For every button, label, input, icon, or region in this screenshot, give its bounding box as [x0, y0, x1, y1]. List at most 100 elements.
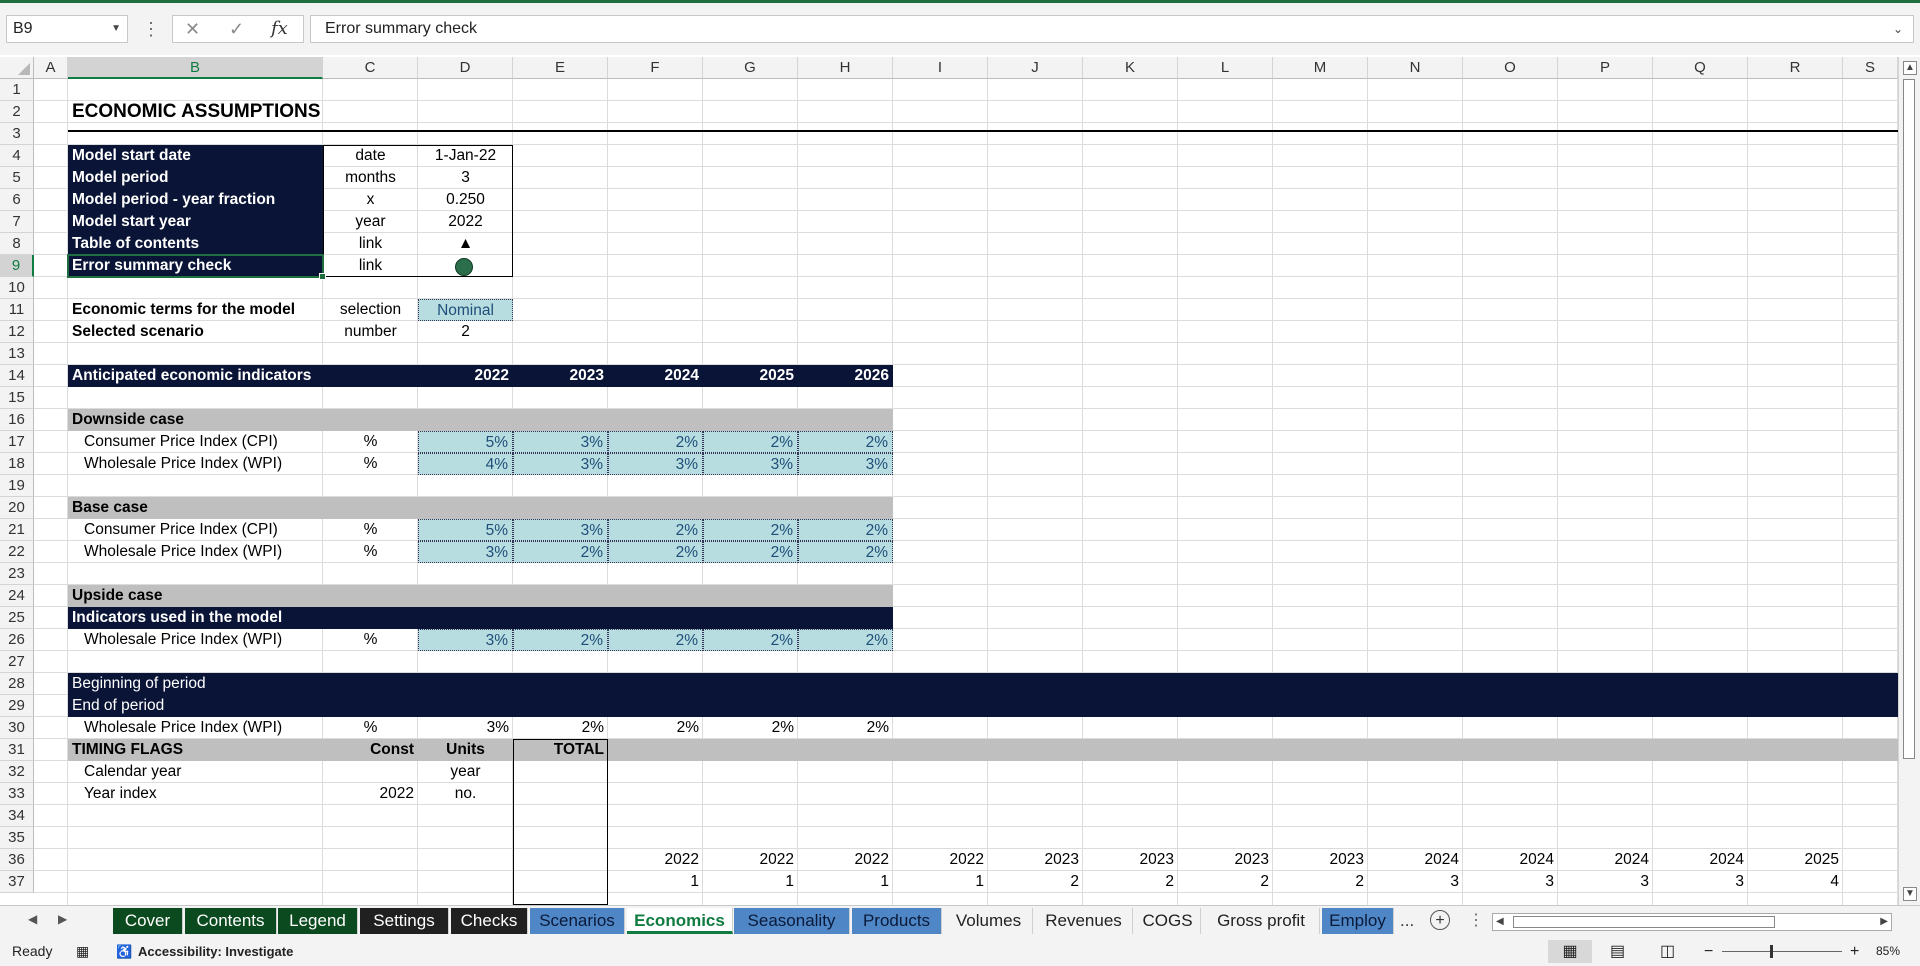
normal-view-icon[interactable]: ▦	[1548, 940, 1592, 963]
scroll-down-icon[interactable]: ▼	[1903, 887, 1917, 901]
base-cpi-input[interactable]: 3%	[513, 519, 608, 541]
column-header-o[interactable]: O	[1463, 57, 1558, 79]
accessibility-status[interactable]: Accessibility: Investigate	[138, 937, 293, 966]
scroll-up-icon[interactable]: ▲	[1903, 61, 1917, 75]
base-cpi-input[interactable]: 2%	[703, 519, 798, 541]
column-header-i[interactable]: I	[893, 57, 988, 79]
base-wpi-input[interactable]: 2%	[513, 541, 608, 563]
tab-volumes[interactable]: Volumes	[945, 908, 1033, 934]
economic-terms-input[interactable]: Nominal	[418, 299, 513, 321]
horizontal-scroll-thumb[interactable]	[1513, 916, 1775, 928]
insert-function-icon[interactable]: fx	[271, 16, 288, 42]
column-header-m[interactable]: M	[1273, 57, 1368, 79]
row-header-14[interactable]: 14	[0, 365, 34, 387]
zoom-out-icon[interactable]: −	[1704, 937, 1713, 966]
zoom-slider[interactable]	[1722, 951, 1842, 952]
row-header-9[interactable]: 9	[0, 255, 34, 277]
row-header-7[interactable]: 7	[0, 211, 34, 233]
base-wpi-input[interactable]: 3%	[418, 541, 513, 563]
horizontal-scrollbar[interactable]: ◀ ▶	[1492, 913, 1892, 931]
row-header-1[interactable]: 1	[0, 79, 34, 101]
row-header-25[interactable]: 25	[0, 607, 34, 629]
row-header-36[interactable]: 36	[0, 849, 34, 871]
row-header-11[interactable]: 11	[0, 299, 34, 321]
column-header-r[interactable]: R	[1748, 57, 1843, 79]
scroll-right-icon[interactable]: ▶	[1880, 914, 1888, 930]
tab-gross-profit[interactable]: Gross profit	[1203, 908, 1320, 934]
column-header-q[interactable]: Q	[1653, 57, 1748, 79]
downside-cpi-input[interactable]: 2%	[608, 431, 703, 453]
downside-wpi-input[interactable]: 3%	[703, 453, 798, 475]
selected-cell-b9[interactable]	[67, 254, 326, 280]
row-header-27[interactable]: 27	[0, 651, 34, 673]
row-header-13[interactable]: 13	[0, 343, 34, 365]
downside-wpi-input[interactable]: 3%	[798, 453, 893, 475]
upside-wpi-input[interactable]: 2%	[798, 629, 893, 651]
row-header-32[interactable]: 32	[0, 761, 34, 783]
row-header-5[interactable]: 5	[0, 167, 34, 189]
cancel-icon[interactable]: ✕	[185, 16, 200, 42]
base-cpi-input[interactable]: 2%	[798, 519, 893, 541]
column-header-n[interactable]: N	[1368, 57, 1463, 79]
select-all-button[interactable]	[0, 57, 34, 79]
row-header-26[interactable]: 26	[0, 629, 34, 651]
downside-wpi-input[interactable]: 3%	[513, 453, 608, 475]
zoom-in-icon[interactable]: +	[1850, 937, 1859, 966]
macro-recording-icon[interactable]: ▦	[76, 937, 89, 966]
prev-sheet-icon[interactable]: ◀	[28, 912, 37, 926]
column-header-d[interactable]: D	[418, 57, 513, 79]
row-header-24[interactable]: 24	[0, 585, 34, 607]
row-header-17[interactable]: 17	[0, 431, 34, 453]
row-header-20[interactable]: 20	[0, 497, 34, 519]
column-header-c[interactable]: C	[323, 57, 418, 79]
add-sheet-icon[interactable]: +	[1430, 910, 1450, 930]
accessibility-icon[interactable]: ♿	[116, 937, 132, 966]
next-sheet-icon[interactable]: ▶	[58, 912, 67, 926]
column-header-h[interactable]: H	[798, 57, 893, 79]
tab-employ[interactable]: Employ	[1322, 908, 1394, 934]
downside-cpi-input[interactable]: 5%	[418, 431, 513, 453]
row-header-33[interactable]: 33	[0, 783, 34, 805]
scroll-left-icon[interactable]: ◀	[1496, 914, 1504, 930]
row-header-23[interactable]: 23	[0, 563, 34, 585]
row-header-6[interactable]: 6	[0, 189, 34, 211]
tab-cogs[interactable]: COGS	[1135, 908, 1201, 934]
row-header-15[interactable]: 15	[0, 387, 34, 409]
column-header-p[interactable]: P	[1558, 57, 1653, 79]
row-header-29[interactable]: 29	[0, 695, 34, 717]
base-cpi-input[interactable]: 2%	[608, 519, 703, 541]
downside-cpi-input[interactable]: 2%	[798, 431, 893, 453]
downside-cpi-input[interactable]: 3%	[513, 431, 608, 453]
zoom-slider-handle[interactable]	[1770, 945, 1773, 958]
tab-split-handle-icon[interactable]: ⋮	[1468, 908, 1484, 934]
tab-legend[interactable]: Legend	[278, 908, 358, 934]
row-header-37[interactable]: 37	[0, 871, 34, 893]
chevron-down-icon[interactable]: ▼	[111, 16, 121, 42]
page-layout-view-icon[interactable]: ▤	[1610, 937, 1625, 966]
tab-cover[interactable]: Cover	[113, 908, 183, 934]
row-header-21[interactable]: 21	[0, 519, 34, 541]
status-ok-icon[interactable]	[455, 258, 473, 276]
upside-wpi-input[interactable]: 2%	[608, 629, 703, 651]
row-header-2[interactable]: 2	[0, 101, 34, 123]
tab-scenarios[interactable]: Scenarios	[530, 908, 625, 934]
zoom-level[interactable]: 85%	[1876, 937, 1900, 966]
column-header-s[interactable]: S	[1843, 57, 1898, 79]
upside-wpi-input[interactable]: 2%	[703, 629, 798, 651]
row-header-4[interactable]: 4	[0, 145, 34, 167]
spreadsheet-grid[interactable]: ABCDEFGHIJKLMNOPQRS 1 2 3 4 5 6 7 8 9 10 11 12 13 14 1…	[0, 57, 1898, 905]
expand-formula-icon[interactable]: ⌄	[1893, 16, 1903, 42]
row-header-16[interactable]: 16	[0, 409, 34, 431]
column-header-l[interactable]: L	[1178, 57, 1273, 79]
column-header-b[interactable]: B	[68, 57, 323, 79]
upside-wpi-input[interactable]: 2%	[513, 629, 608, 651]
downside-wpi-input[interactable]: 4%	[418, 453, 513, 475]
tab-contents[interactable]: Contents	[185, 908, 277, 934]
row-header-31[interactable]: 31	[0, 739, 34, 761]
row-header-18[interactable]: 18	[0, 453, 34, 475]
downside-cpi-input[interactable]: 2%	[703, 431, 798, 453]
tab-seasonality[interactable]: Seasonality	[734, 908, 850, 934]
tab-products[interactable]: Products	[852, 908, 942, 934]
base-wpi-input[interactable]: 2%	[798, 541, 893, 563]
base-wpi-input[interactable]: 2%	[608, 541, 703, 563]
